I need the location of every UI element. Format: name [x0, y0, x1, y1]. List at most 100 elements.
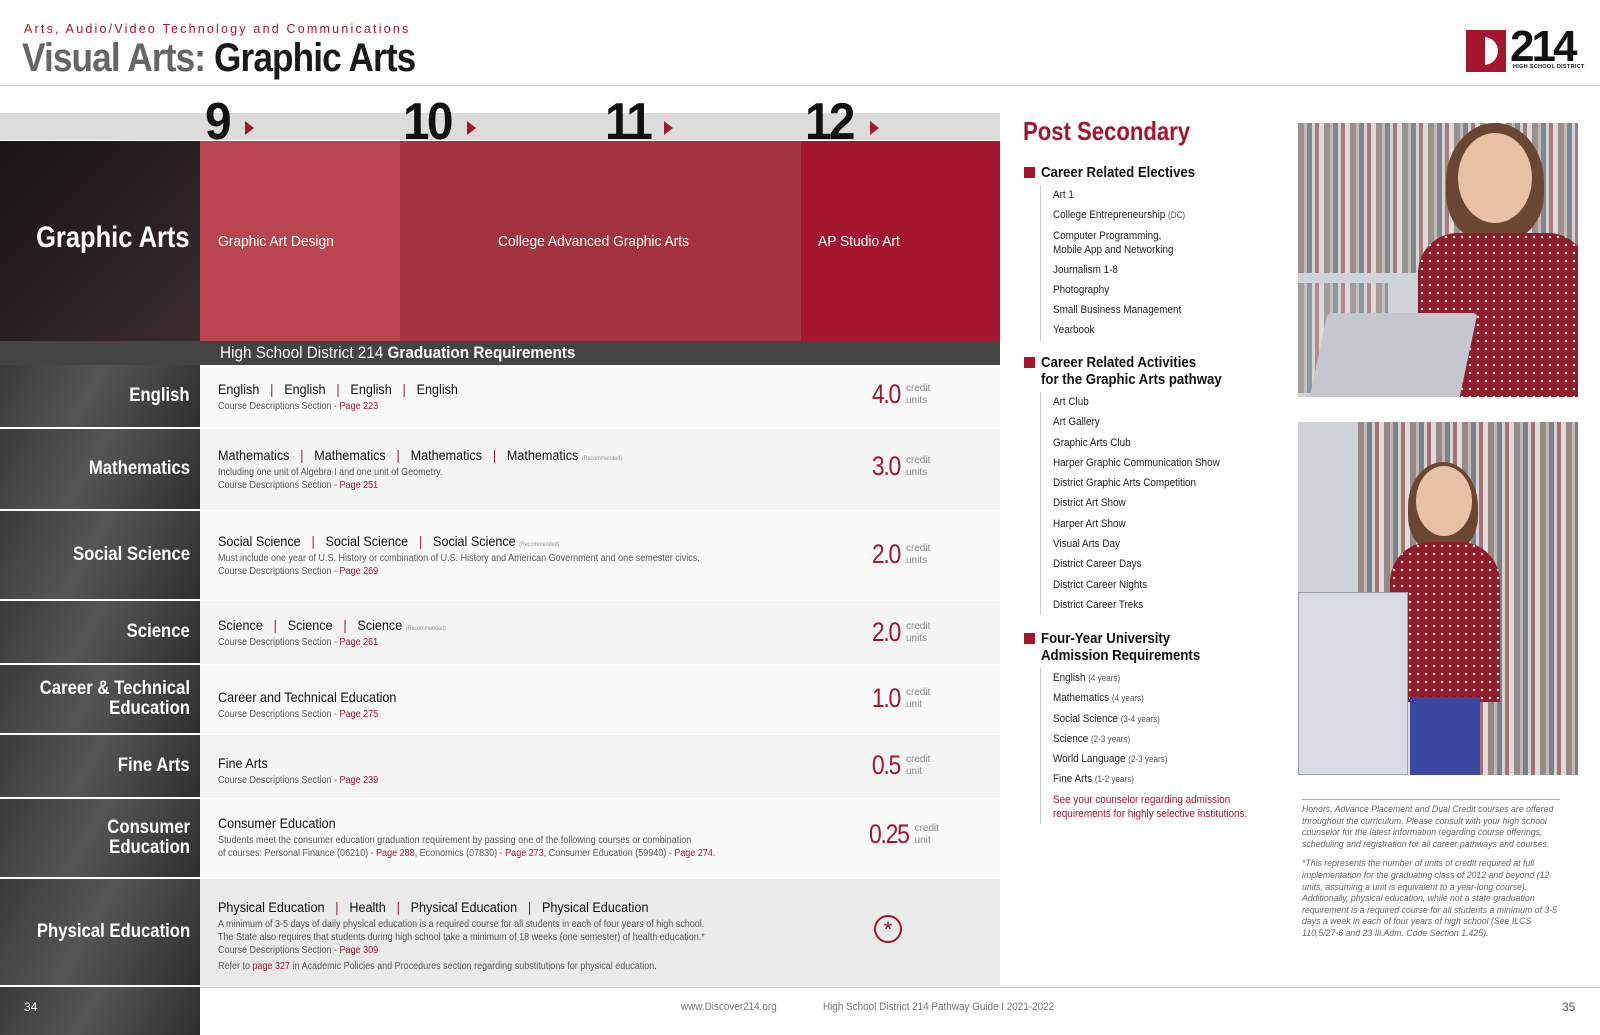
requirement-note: Must include one year of U.S. History or…	[218, 553, 700, 564]
elective-item: Computer Programming, Mobile App and Netw…	[1053, 229, 1174, 256]
credit-units: 0.5 credit unit	[862, 750, 931, 781]
course-name: Consumer Education	[218, 815, 336, 831]
course-name: Health	[349, 899, 386, 915]
page-header: Arts, Audio/Video Technology and Communi…	[0, 0, 1600, 86]
bullet-square-icon	[1024, 167, 1035, 178]
course-descriptions-ref: Course Descriptions Section - Page 275	[218, 709, 379, 720]
title-part-2: Graphic Arts	[205, 36, 416, 80]
page-link[interactable]: Page 251	[340, 480, 379, 491]
university-requirement-item: Social Science (3-4 years)	[1053, 712, 1160, 725]
university-list: English (4 years) Mathematics (4 years) So…	[1040, 668, 1269, 824]
university-requirement-item: Fine Arts (1-2 years)	[1053, 773, 1134, 786]
university-requirement-item: World Language (2-3 years)	[1053, 753, 1168, 766]
course-name: Social Science	[325, 533, 409, 549]
requirement-note: Students meet the consumer education gra…	[218, 835, 692, 846]
course-name: Physical Education	[218, 899, 325, 915]
elective-item: Small Business Management	[1053, 304, 1182, 317]
credit-value: 2.0	[871, 539, 901, 569]
course-descriptions-ref: Course Descriptions Section - Page 309	[218, 945, 379, 956]
course-name: Mathematics	[314, 447, 386, 463]
requirement-note: Including one unit of Algebra I and one …	[218, 467, 443, 478]
district-logo: 214 HIGH SCHOOL DISTRICT	[1466, 22, 1584, 72]
activity-item: District Career Treks	[1053, 598, 1144, 611]
credit-value: 3.0	[871, 451, 901, 481]
page-link[interactable]: Page 275	[340, 709, 379, 720]
credit-value: 1.0	[871, 683, 901, 713]
recommended-tag: (Recommended)	[581, 456, 623, 462]
university-requirements-section: Four-Year University Admission Requiremen…	[1024, 630, 1269, 824]
page-title: Visual Arts: Graphic Arts	[22, 36, 416, 81]
credit-unit-label: credit units	[906, 542, 931, 566]
course-descriptions-ref: Course Descriptions Section - Page 251	[218, 480, 379, 491]
requirement-label: Social Science	[0, 511, 200, 601]
credit-unit-label: credit unit	[914, 822, 940, 846]
page-link[interactable]: Page 288	[376, 848, 415, 859]
requirement-row-social-science: Social Science Social Science | Social Scie…	[0, 511, 1000, 601]
course-list: Consumer Education	[218, 815, 715, 831]
requirement-content: Social Science | Social Science | Social Sci…	[200, 511, 1000, 601]
career-electives-heading: Career Related Electives	[1024, 164, 1216, 181]
course-list: Science | Science | Science (Recommended)	[218, 617, 446, 633]
footer-divider	[200, 987, 1600, 988]
course-descriptions-ref: Course Descriptions Section - Page 239	[218, 775, 379, 786]
page-link[interactable]: Page 261	[340, 637, 379, 648]
course-list: English | English | English | English	[218, 381, 458, 397]
requirement-label: Consumer Education	[0, 799, 200, 879]
disclaimer-credit-footnote: *This represents the number of units of …	[1302, 858, 1558, 939]
requirement-row-english: English English | English | English | English Co…	[0, 365, 1000, 429]
grade-arrow-icon	[467, 121, 476, 135]
university-requirement-item: English (4 years)	[1053, 672, 1121, 684]
requirement-row-fine-arts: Fine Arts Fine Arts Course Descriptions Se…	[0, 735, 1000, 799]
page-link[interactable]: Page 239	[340, 775, 379, 786]
grade-arrow-icon	[664, 121, 673, 135]
course-name: English	[416, 381, 458, 397]
course-descriptions-ref: Course Descriptions Section - Page 261	[218, 637, 379, 648]
credit-units: 0.25 credit unit	[862, 819, 939, 850]
graduation-requirements-header: High School District 214 Graduation Requ…	[200, 341, 1000, 365]
bullet-square-icon	[1024, 633, 1035, 644]
requirement-content: English | English | English | English Course De…	[200, 365, 1000, 429]
footer-website-link[interactable]: www.Discover214.org	[681, 1001, 777, 1013]
activity-item: Art Club	[1053, 396, 1089, 408]
logo-text: HIGH SCHOOL DISTRICT	[1513, 64, 1585, 70]
requirement-row-physical-education: Physical Education Physical Education | Hea…	[0, 879, 1000, 987]
course-list: Social Science | Social Science | Social Sci…	[218, 533, 560, 549]
requirement-content: Fine Arts Course Descriptions Section - P…	[200, 735, 1000, 799]
course-college-advanced-graphic-arts: College Advanced Graphic Arts	[400, 141, 801, 341]
credit-value: 0.5	[871, 750, 901, 780]
requirement-row-science: Science Science | Science | Science (Recommen…	[0, 601, 1000, 665]
page-link[interactable]: Page 223	[340, 401, 379, 412]
electives-list: Art 1 College Entrepreneurship (DC) Comput…	[1040, 185, 1216, 341]
page-number-left: 34	[24, 1000, 38, 1014]
requirement-content: Consumer Education Students meet the cons…	[200, 799, 1000, 879]
logo-mark-icon	[1466, 30, 1506, 72]
activity-item: Art Gallery	[1053, 416, 1100, 429]
page-link[interactable]: Page 273	[505, 848, 544, 859]
requirement-label: Physical Education	[0, 879, 200, 987]
page-number-right: 35	[1562, 1000, 1576, 1014]
page-link[interactable]: Page 269	[340, 566, 379, 577]
course-name: Mathematics	[410, 447, 483, 463]
page-link[interactable]: Page 274	[674, 848, 713, 859]
grade-arrow-icon	[245, 121, 254, 135]
course-name: Fine Arts	[218, 755, 268, 771]
credit-unit-label: credit unit	[906, 753, 931, 777]
career-electives-section: Career Related Electives Art 1 College En…	[1024, 164, 1216, 341]
course-name: Physical Education	[410, 899, 518, 915]
page-link[interactable]: page 327	[253, 961, 291, 972]
activity-item: District Career Days	[1053, 558, 1142, 571]
elective-item: Yearbook	[1053, 324, 1095, 337]
page-link[interactable]: Page 309	[340, 945, 379, 956]
requirement-note: A minimum of 3-5 days of daily physical …	[218, 919, 705, 930]
credit-units: 2.0 credit units	[862, 539, 931, 570]
course-name: Science	[218, 617, 263, 633]
post-secondary-title: Post Secondary	[1023, 116, 1191, 146]
university-requirement-item: Science (2-3 years)	[1053, 732, 1131, 745]
requirement-label: Mathematics	[0, 429, 200, 511]
course-name: Mathematics	[506, 447, 579, 463]
elective-item: Art 1	[1053, 189, 1074, 201]
requirement-label: English	[0, 365, 200, 429]
requirement-label: Science	[0, 601, 200, 665]
university-requirements-heading: Four-Year University Admission Requiremen…	[1024, 630, 1269, 664]
consumer-courses-note: of courses: Personal Finance (06210) - P…	[218, 848, 716, 859]
